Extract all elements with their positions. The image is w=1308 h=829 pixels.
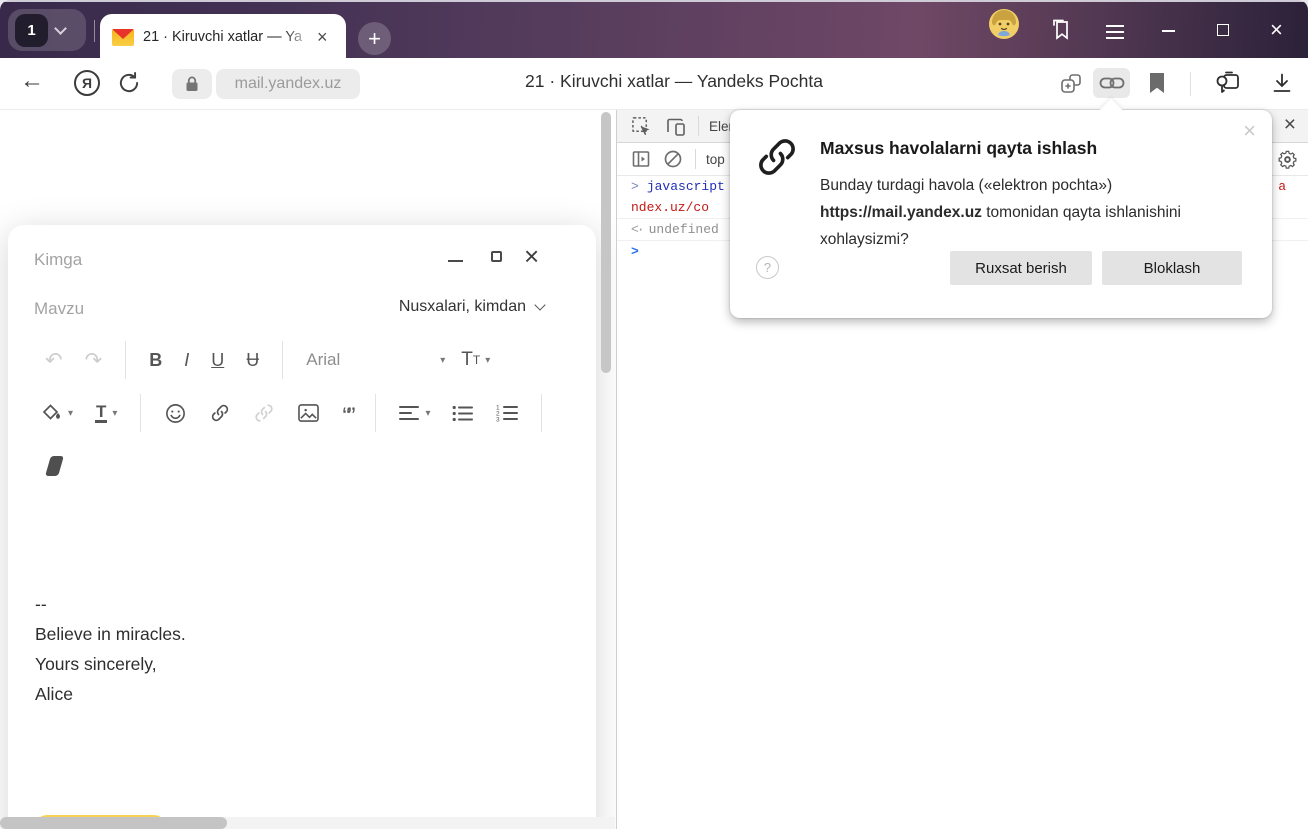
svg-text:3: 3 xyxy=(496,417,500,423)
back-icon[interactable]: ← xyxy=(20,67,44,95)
help-icon[interactable]: ? xyxy=(756,256,779,279)
link-icon xyxy=(754,134,800,180)
align-icon[interactable]: ▾ xyxy=(399,405,430,421)
dialog-body: Bunday turdagi havola («elektron pochta»… xyxy=(820,177,1181,248)
sidebar-bookmarks-icon[interactable] xyxy=(1048,17,1074,43)
menu-icon[interactable] xyxy=(1106,21,1124,43)
download-icon[interactable] xyxy=(1270,71,1294,95)
divider xyxy=(1190,72,1191,96)
site-security-lock[interactable] xyxy=(172,69,212,99)
compose-close-icon[interactable]: × xyxy=(524,241,539,272)
numbered-list-icon[interactable]: 1 2 3 xyxy=(496,404,519,423)
avatar[interactable] xyxy=(989,9,1019,39)
allow-button[interactable]: Ruxsat berish xyxy=(950,251,1092,285)
compose-restore-icon[interactable] xyxy=(491,251,502,262)
body-line: -- xyxy=(35,594,47,614)
dropdown-caret-icon: ▾ xyxy=(68,407,74,419)
page-vertical-scrollbar[interactable] xyxy=(601,112,611,373)
yandex-mail-favicon xyxy=(112,28,134,46)
dropdown-caret-icon: ▾ xyxy=(485,354,491,366)
emoji-icon[interactable] xyxy=(164,402,187,425)
dropdown-caret-icon: ▾ xyxy=(440,354,446,366)
to-field[interactable]: Kimga xyxy=(34,250,82,270)
fill-color-button[interactable]: ▾ xyxy=(41,403,73,423)
text-color-button[interactable]: T ▾ xyxy=(95,403,117,423)
address-bar[interactable]: mail.yandex.uz xyxy=(216,69,360,99)
font-family-select[interactable]: Arial xyxy=(306,350,424,370)
password-manager-icon[interactable] xyxy=(1213,69,1243,97)
console-settings-gear-icon[interactable] xyxy=(1278,150,1297,169)
insert-link-icon[interactable] xyxy=(209,402,231,424)
clear-console-icon[interactable] xyxy=(663,149,683,169)
redo-icon[interactable]: ↷ xyxy=(85,348,103,373)
strikethrough-button[interactable]: Ʉ xyxy=(246,350,259,371)
mail-page: Kimga × Mavzu Nusxalari, kimdan ↶ ↷ B I … xyxy=(0,110,616,829)
browser-window: 1 21 · Kiruvchi xatlar — Ya × + × ← Я ma… xyxy=(0,0,1308,829)
divider xyxy=(94,20,95,42)
reload-icon[interactable] xyxy=(116,70,142,96)
device-toolbar-icon[interactable] xyxy=(664,116,686,137)
inspect-element-icon[interactable] xyxy=(631,116,652,137)
subject-field[interactable]: Mavzu xyxy=(34,299,84,319)
font-size-select[interactable]: TT ▾ xyxy=(461,349,490,371)
cc-from-toggle[interactable]: Nusxalari, kimdan xyxy=(399,298,546,316)
tab-count-badge: 1 xyxy=(15,13,48,47)
divider xyxy=(698,116,699,136)
console-input-tail: a xyxy=(1278,179,1286,194)
message-body[interactable]: -- Believe in miracles. Yours sincerely,… xyxy=(35,589,186,709)
console-input-text: javascript xyxy=(646,179,725,194)
yandex-logo-icon[interactable]: Я xyxy=(74,70,100,96)
context-selector[interactable]: top xyxy=(706,152,725,167)
chevron-down-icon xyxy=(54,21,67,35)
divider xyxy=(695,149,696,169)
body-line: Believe in miracles. xyxy=(35,624,186,644)
console-history-chevron: > xyxy=(631,179,639,194)
compose-window: Kimga × Mavzu Nusxalari, kimdan ↶ ↷ B I … xyxy=(8,225,608,829)
browser-tab[interactable]: 21 · Kiruvchi xatlar — Ya × xyxy=(100,14,346,60)
tab-counter-button[interactable]: 1 xyxy=(8,9,86,51)
protocol-handler-link-icon[interactable] xyxy=(1093,68,1130,98)
tab-close-icon[interactable]: × xyxy=(317,28,328,46)
window-close-icon[interactable]: × xyxy=(1270,19,1283,41)
devtools-close-icon[interactable]: × xyxy=(1284,113,1296,137)
format-toolbar-row1: ↶ ↷ B I U Ʉ Arial ▾ TT ▾ xyxy=(34,338,501,382)
compose-minimize-icon[interactable] xyxy=(448,260,463,262)
bullet-list-icon[interactable] xyxy=(452,405,474,422)
body-line: Yours sincerely, xyxy=(35,654,157,674)
page-title: 21 · Kiruvchi xatlar — Yandeks Pochta xyxy=(525,71,823,91)
bookmark-icon[interactable] xyxy=(1147,71,1167,95)
remove-link-icon[interactable] xyxy=(253,402,275,424)
insert-image-icon[interactable] xyxy=(297,403,320,423)
block-button[interactable]: Bloklash xyxy=(1102,251,1242,285)
console-prompt-chevron: > xyxy=(631,244,639,259)
dropdown-caret-icon: ▾ xyxy=(425,407,431,419)
chevron-down-icon xyxy=(534,299,546,311)
dropdown-caret-icon: ▾ xyxy=(112,407,118,419)
quote-icon[interactable]: “” xyxy=(342,405,355,429)
page-horizontal-scrollbar[interactable] xyxy=(0,817,227,829)
format-toolbar-row2: ▾ T ▾ “” ▾ 1 2 3 xyxy=(30,391,554,435)
bold-button[interactable]: B xyxy=(149,350,162,371)
clear-formatting-icon[interactable] xyxy=(45,456,64,476)
titlebar: 1 21 · Kiruvchi xatlar — Ya × + × xyxy=(0,0,1308,60)
undo-icon[interactable]: ↶ xyxy=(45,348,63,373)
console-sidebar-icon[interactable] xyxy=(631,149,651,169)
italic-button[interactable]: I xyxy=(184,350,189,371)
dialog-close-icon[interactable]: × xyxy=(1243,118,1256,144)
window-minimize-icon[interactable] xyxy=(1162,30,1175,32)
new-tab-button[interactable]: + xyxy=(358,22,391,55)
window-maximize-icon[interactable] xyxy=(1217,24,1229,36)
body-line: Alice xyxy=(35,684,73,704)
console-result-arrow: <· xyxy=(631,222,645,237)
add-panel-icon[interactable] xyxy=(1058,71,1084,97)
underline-button[interactable]: U xyxy=(211,350,224,371)
dialog-title: Maxsus havolalarni qayta ishlash xyxy=(820,138,1098,158)
protocol-handler-dialog: × Maxsus havolalarni qayta ishlash Bunda… xyxy=(730,110,1272,318)
tab-title: 21 · Kiruvchi xatlar — Ya xyxy=(143,29,303,45)
